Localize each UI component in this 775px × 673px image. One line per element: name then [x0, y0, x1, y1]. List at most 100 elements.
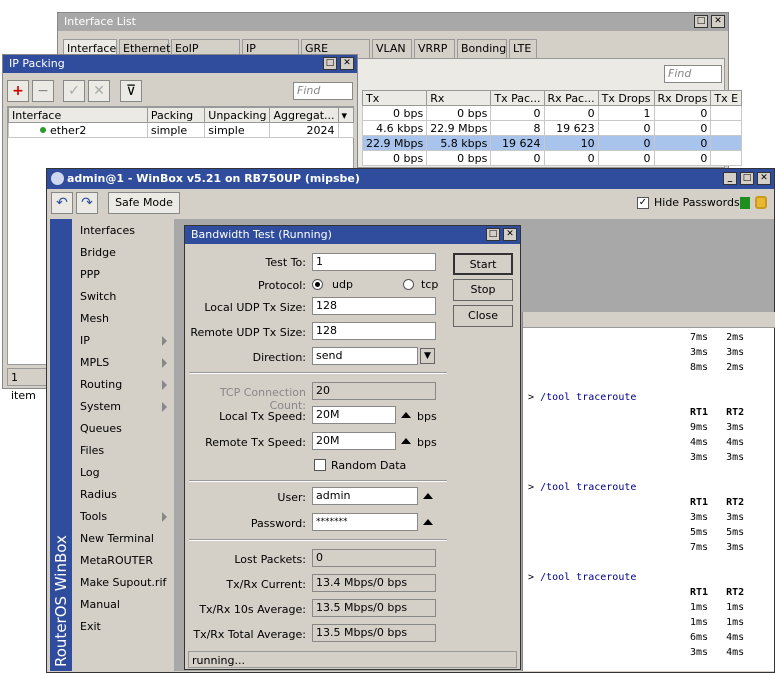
bandwidth-test-status: running...	[188, 651, 517, 668]
menu-mpls[interactable]: MPLS	[73, 352, 173, 374]
terminal-titlebar[interactable]	[523, 312, 775, 328]
cell: 0	[653, 120, 712, 136]
menu-ip[interactable]: IP	[73, 330, 173, 352]
maximize-button[interactable]: □	[486, 228, 500, 241]
menu-radius[interactable]: Radius	[73, 484, 173, 506]
cell: 0 bps	[426, 105, 492, 121]
col-rx[interactable]: Rx	[426, 90, 492, 106]
menu-exit[interactable]: Exit	[73, 616, 173, 638]
table-row[interactable]: 0 bps 0 bps 0 0 1 0	[361, 105, 743, 121]
cell: 0	[490, 150, 545, 166]
table-row[interactable]: 0 bps 0 bps 0 0 0 0	[361, 150, 743, 166]
expand-up-icon[interactable]	[423, 519, 433, 525]
tab-vlan[interactable]: VLAN	[372, 39, 412, 58]
ip-packing-titlebar[interactable]: IP Packing □ ✕	[3, 55, 357, 73]
tab-lte[interactable]: LTE	[509, 39, 537, 58]
menu-routing[interactable]: Routing	[73, 374, 173, 396]
test-to-input[interactable]: 1	[312, 253, 436, 271]
menu-make-supout[interactable]: Make Supout.rif	[73, 572, 173, 594]
maximize-button[interactable]: □	[740, 172, 754, 185]
start-button[interactable]: Start	[453, 253, 513, 275]
disable-button[interactable]: ✕	[88, 80, 110, 102]
local-tx-speed-input[interactable]: 20M	[312, 406, 396, 424]
menu-ppp[interactable]: PPP	[73, 264, 173, 286]
close-dialog-button[interactable]: Close	[453, 305, 513, 327]
bandwidth-test-titlebar[interactable]: Bandwidth Test (Running) □ ✕	[185, 226, 520, 244]
terminal-header: RT1 RT2	[690, 497, 745, 508]
expand-up-icon[interactable]	[401, 438, 411, 444]
redo-icon[interactable]: ↷	[76, 192, 98, 214]
cell: 19 624	[490, 135, 545, 151]
winbox-titlebar[interactable]: admin@1 - WinBox v5.21 on RB750UP (mipsb…	[47, 169, 774, 189]
table-row-selected[interactable]: 22.9 Mbps 5.8 kbps 19 624 10 0 0	[361, 135, 743, 151]
col-unpacking[interactable]: Unpacking	[204, 107, 271, 123]
menu-mesh[interactable]: Mesh	[73, 308, 173, 330]
cell: 0	[543, 150, 599, 166]
col-interface[interactable]: Interface	[8, 107, 148, 123]
menu-log[interactable]: Log	[73, 462, 173, 484]
protocol-tcp-radio[interactable]	[403, 279, 414, 290]
close-button[interactable]: ✕	[711, 15, 725, 28]
menu-manual[interactable]: Manual	[73, 594, 173, 616]
menu-metarouter[interactable]: MetaROUTER	[73, 550, 173, 572]
menu-interfaces[interactable]: Interfaces	[73, 220, 173, 242]
maximize-button[interactable]: □	[323, 57, 337, 70]
menu-switch[interactable]: Switch	[73, 286, 173, 308]
tab-bonding[interactable]: Bonding	[457, 39, 507, 58]
remote-udp-size-label: Remote UDP Tx Size:	[190, 326, 306, 339]
column-menu-button[interactable]: ▾	[337, 107, 355, 123]
dropdown-arrow-icon[interactable]: ▼	[420, 348, 435, 364]
protocol-udp-radio[interactable]	[312, 279, 323, 290]
col-packing[interactable]: Packing	[146, 107, 206, 123]
add-button[interactable]: +	[7, 80, 29, 102]
col-rx-packets[interactable]: Rx Pac...	[543, 90, 599, 106]
menu-queues[interactable]: Queues	[73, 418, 173, 440]
expand-up-icon[interactable]	[401, 412, 411, 418]
table-row[interactable]: 4.6 kbps 22.9 Mbps 8 19 623 0 0	[361, 120, 743, 136]
table-row[interactable]: ether2 simple simple 2024	[8, 122, 355, 138]
safe-mode-button[interactable]: Safe Mode	[108, 192, 180, 214]
ip-packing-title: IP Packing	[9, 57, 65, 70]
col-rx-drops[interactable]: Rx Drops	[653, 90, 712, 106]
status-dot-icon	[40, 126, 46, 133]
tab-vrrp[interactable]: VRRP	[414, 39, 455, 58]
random-data-label: Random Data	[331, 459, 407, 472]
cell: simple	[204, 122, 271, 138]
filter-icon[interactable]: ⊽	[120, 80, 142, 102]
maximize-button[interactable]: □	[694, 15, 708, 28]
interface-find-input[interactable]: Find	[664, 65, 722, 83]
remote-tx-speed-input[interactable]: 20M	[312, 432, 396, 450]
col-tx-errors[interactable]: Tx E	[710, 90, 743, 106]
close-button[interactable]: ✕	[340, 57, 354, 70]
remove-button[interactable]: −	[32, 80, 54, 102]
enable-button[interactable]: ✓	[63, 80, 85, 102]
menu-tools[interactable]: Tools	[73, 506, 173, 528]
user-input[interactable]: admin	[312, 487, 418, 505]
close-button[interactable]: ✕	[757, 172, 771, 185]
menu-new-terminal[interactable]: New Terminal	[73, 528, 173, 550]
local-udp-size-input[interactable]: 128	[312, 297, 436, 315]
col-tx[interactable]: Tx	[361, 90, 428, 106]
undo-icon[interactable]: ↶	[51, 192, 73, 214]
menu-bridge[interactable]: Bridge	[73, 242, 173, 264]
local-tx-speed-label: Local Tx Speed:	[219, 410, 306, 423]
minimize-button[interactable]: _	[723, 172, 737, 185]
stop-button[interactable]: Stop	[453, 279, 513, 301]
col-aggregated[interactable]: Aggregat...	[269, 107, 339, 123]
cell: 5.8 kbps	[426, 135, 492, 151]
expand-up-icon[interactable]	[423, 493, 433, 499]
interface-list-titlebar[interactable]: Interface List □ ✕	[58, 13, 728, 31]
col-tx-packets[interactable]: Tx Pac...	[490, 90, 545, 106]
terminal-line: 4ms 4ms	[690, 437, 745, 448]
ip-packing-find-input[interactable]: Find	[293, 82, 353, 100]
hide-passwords-checkbox[interactable]: ✓	[637, 197, 649, 209]
menu-system[interactable]: System	[73, 396, 173, 418]
random-data-checkbox[interactable]	[314, 459, 326, 471]
menu-files[interactable]: Files	[73, 440, 173, 462]
direction-select[interactable]: send	[312, 347, 418, 365]
remote-udp-size-input[interactable]: 128	[312, 322, 436, 340]
winbox-toolbar: ↶ ↷ Safe Mode ✓ Hide Passwords	[47, 189, 774, 217]
col-tx-drops[interactable]: Tx Drops	[597, 90, 655, 106]
password-input[interactable]: *******	[312, 513, 418, 531]
close-button[interactable]: ✕	[503, 228, 517, 241]
